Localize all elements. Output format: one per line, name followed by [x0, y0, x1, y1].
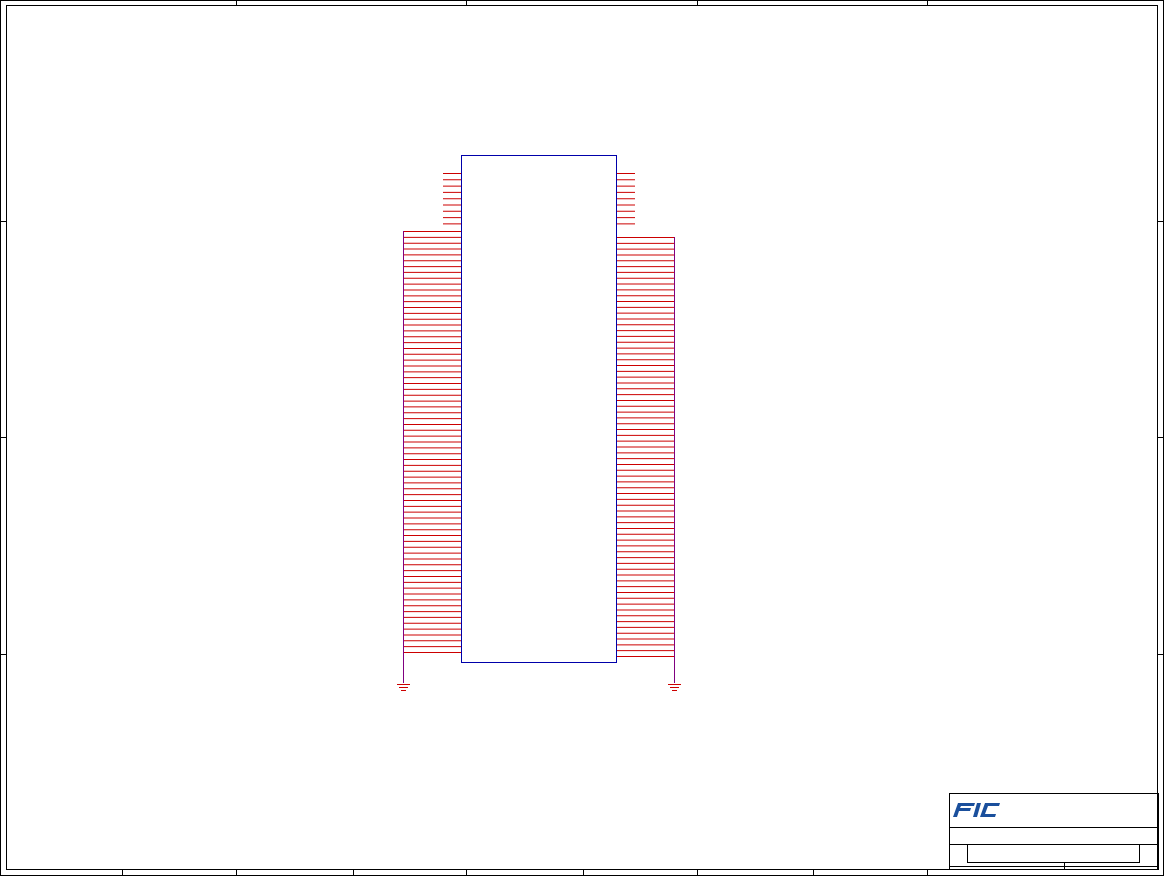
title-block-frame	[949, 793, 1159, 870]
zone-ticks	[0, 0, 1164, 876]
title-block-doc-cell	[967, 844, 1140, 863]
pins-left-top	[443, 173, 461, 225]
frame-outer	[0, 0, 1164, 876]
pins-right	[617, 237, 675, 657]
sheet-frame	[0, 0, 1164, 876]
schematic-sheet	[0, 0, 1164, 876]
ground-bus-lines	[403, 231, 675, 683]
connector-component-body[interactable]	[461, 155, 617, 663]
pins-right-top	[617, 173, 635, 225]
pins-left	[403, 231, 461, 653]
fic-logo-icon	[953, 803, 975, 817]
ground-icon	[668, 684, 681, 691]
frame-inner	[6, 5, 1158, 870]
fic-logo-icon	[980, 803, 1000, 817]
title-block	[949, 793, 1159, 870]
fic-logo-icon	[953, 803, 1000, 817]
ground-icon	[397, 684, 410, 691]
